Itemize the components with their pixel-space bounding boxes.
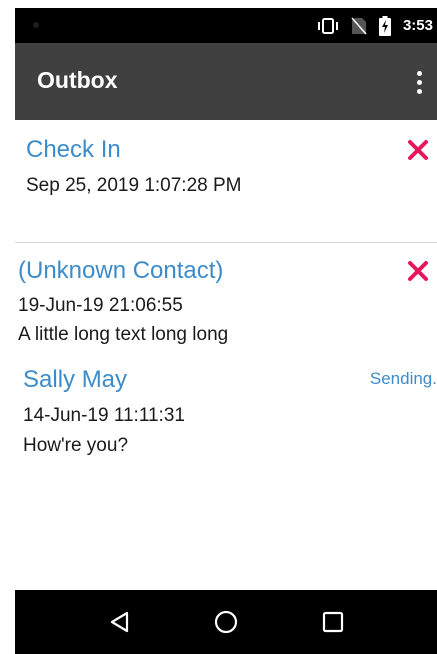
vibrate-icon xyxy=(317,17,339,34)
outbox-list: Check In Sep 25, 2019 1:07:28 PM (Unknow… xyxy=(15,120,437,590)
message-body: A little long text long long xyxy=(18,324,229,345)
contact-name: (Unknown Contact) xyxy=(18,257,224,284)
contact-name: Sally May xyxy=(23,366,128,393)
notification-dot xyxy=(33,22,39,28)
message-body: How're you? xyxy=(23,435,129,456)
list-item[interactable]: Check In Sep 25, 2019 1:07:28 PM xyxy=(15,120,437,243)
overflow-menu-icon[interactable] xyxy=(407,67,431,97)
back-icon[interactable] xyxy=(99,602,139,642)
list-item[interactable]: Sally May 14-Jun-19 11:11:31 How're you?… xyxy=(15,353,437,463)
list-item[interactable]: (Unknown Contact) 19-Jun-19 21:06:55 A l… xyxy=(15,243,437,353)
message-date: Sep 25, 2019 1:07:28 PM xyxy=(26,175,242,196)
navigation-bar xyxy=(15,590,437,654)
page-title: Outbox xyxy=(37,67,118,93)
sending-status: Sending. xyxy=(369,369,437,388)
message-date: 14-Jun-19 11:11:31 xyxy=(23,405,185,426)
phone-screen: 3:53 Outbox Check In Sep 25, 2019 1:07:2… xyxy=(15,8,437,654)
delete-icon[interactable] xyxy=(407,260,429,282)
screen: 3:53 Outbox Check In Sep 25, 2019 1:07:2… xyxy=(0,0,437,654)
recents-icon[interactable] xyxy=(313,602,353,642)
message-date: 19-Jun-19 21:06:55 xyxy=(18,295,183,316)
status-time: 3:53 xyxy=(402,17,433,34)
contact-name: Check In xyxy=(26,136,121,163)
status-icons: 3:53 xyxy=(317,8,433,43)
status-bar: 3:53 xyxy=(15,8,437,43)
no-sim-icon xyxy=(351,17,367,35)
delete-icon[interactable] xyxy=(407,139,429,161)
home-icon[interactable] xyxy=(206,602,246,642)
battery-charging-icon xyxy=(378,15,391,36)
app-toolbar: Outbox xyxy=(15,43,437,120)
